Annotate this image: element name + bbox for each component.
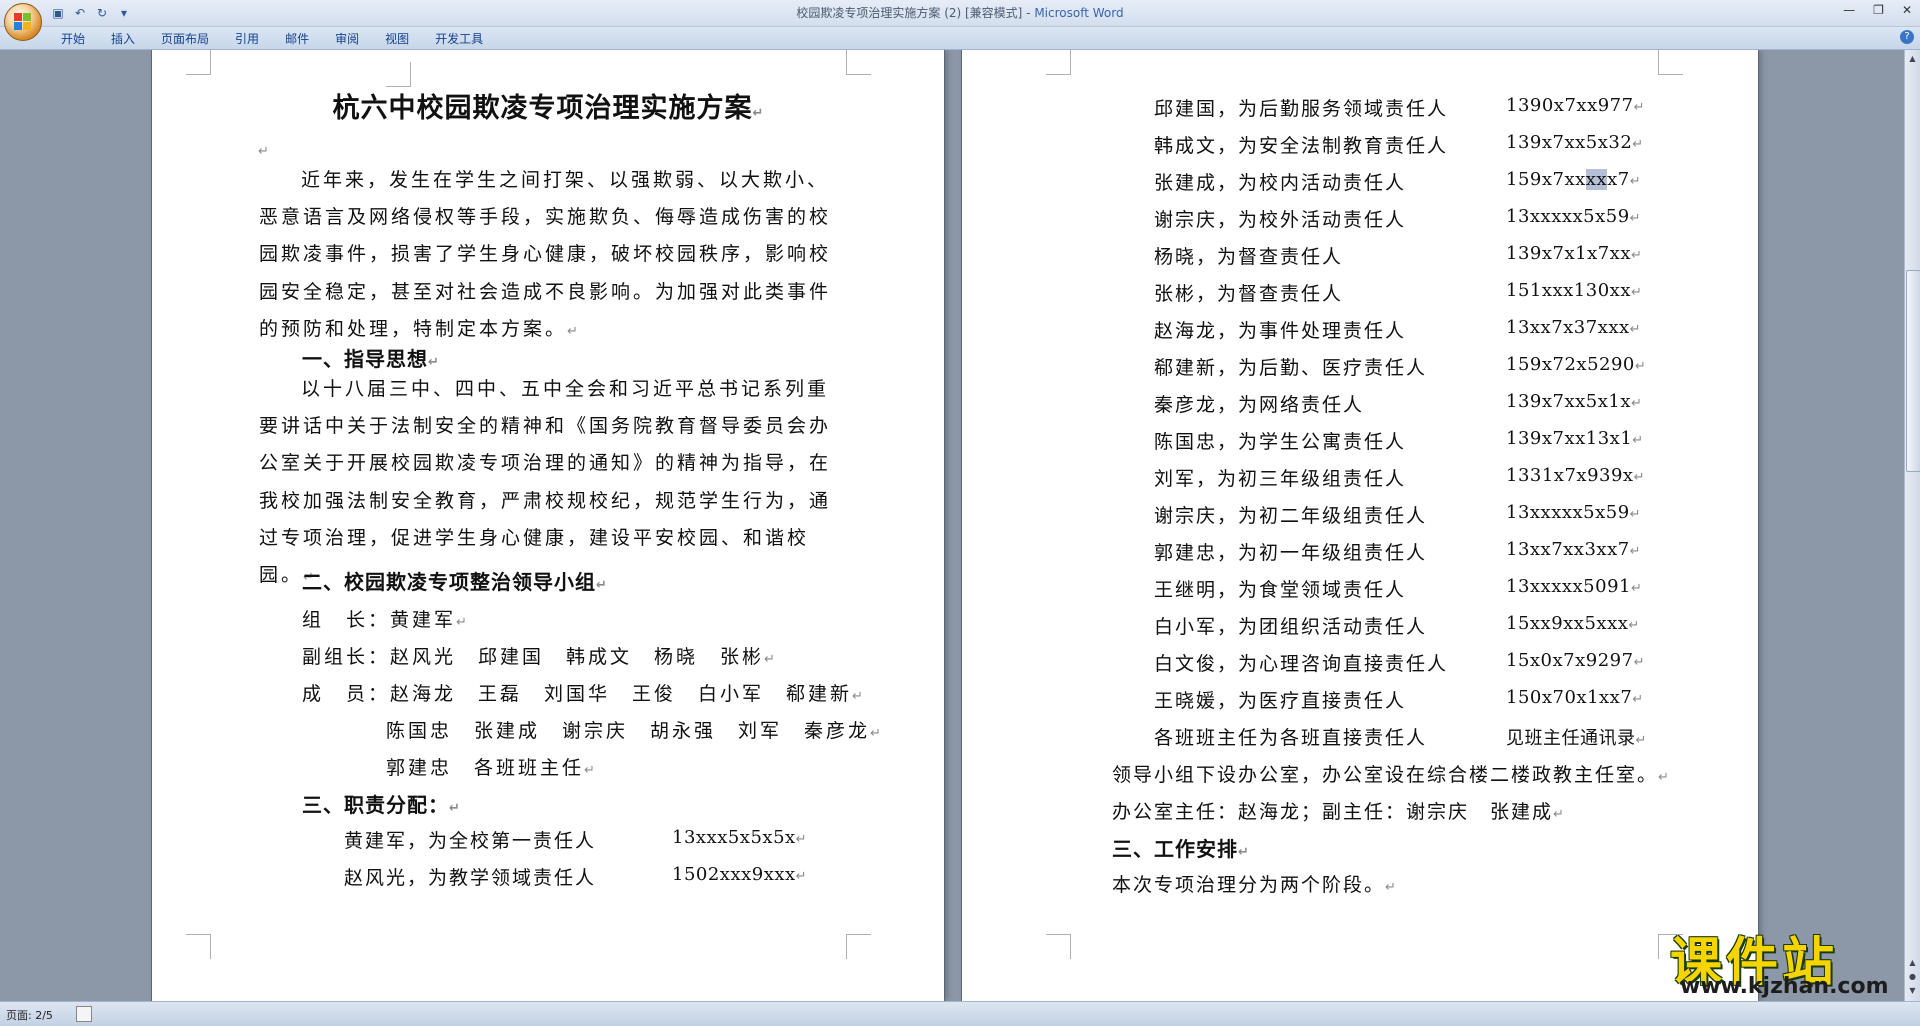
- duty-name: 黄建军，为全校第一责任人: [344, 830, 597, 852]
- title-bar: ▣ ↶ ↻ ▾ 校园欺凌专项治理实施方案 (2) [兼容模式] - Micros…: [0, 0, 1920, 41]
- scroll-thumb[interactable]: [1906, 270, 1920, 472]
- duty-name: 各班班主任为各班直接责任人: [1154, 727, 1428, 749]
- heading-guiding-ideology: 一、指导思想↵: [302, 347, 439, 371]
- duty-phone: 15x0x7x9297↵: [1506, 650, 1645, 671]
- duty-phone: 1502xxx9xxx↵: [672, 864, 807, 885]
- document-workspace: 杭六中校园欺凌专项治理实施方案↵ ↵ 近年来，发生在学生之间打架、以强欺弱、以大…: [0, 50, 1904, 1001]
- duty-phone: 1390x7xx977↵: [1506, 95, 1645, 116]
- proofing-icon[interactable]: [76, 1006, 92, 1022]
- empty-paragraph: ↵: [258, 144, 269, 159]
- close-button[interactable]: ✕: [1902, 3, 1912, 17]
- duty-phone: 150x70x1xx7↵: [1506, 687, 1644, 708]
- watermark-url: www.kjzhan.com: [1680, 974, 1889, 999]
- window-title: 校园欺凌专项治理实施方案 (2) [兼容模式] - Microsoft Word: [796, 6, 1124, 20]
- duty-phone: 139x7xx13x1↵: [1506, 428, 1644, 449]
- duty-name: 秦彦龙，为网络责任人: [1154, 394, 1365, 416]
- window-controls: — ❐ ✕: [1843, 3, 1912, 17]
- page-indicator[interactable]: 页面: 2/5: [6, 1007, 53, 1023]
- office-button[interactable]: [4, 3, 42, 41]
- text-selection[interactable]: xx: [1585, 169, 1608, 190]
- tab-page-layout[interactable]: 页面布局: [148, 30, 222, 48]
- help-icon[interactable]: ?: [1900, 30, 1914, 44]
- duty-name: 韩成文，为安全法制教育责任人: [1154, 135, 1449, 157]
- duty-name: 邱建国，为后勤服务领域责任人: [1154, 98, 1449, 120]
- duty-name: 郗建新，为后勤、医疗责任人: [1154, 357, 1428, 379]
- members-line-2: 陈国忠 张建成 谢宗庆 胡永强 刘军 秦彦龙↵: [386, 720, 881, 742]
- duty-name: 张彬，为督查责任人: [1154, 283, 1344, 305]
- document-title: 杭六中校园欺凌专项治理实施方案↵: [332, 93, 764, 124]
- duty-name: 谢宗庆，为校外活动责任人: [1154, 209, 1407, 231]
- office-director-line: 办公室主任：赵海龙；副主任：谢宗庆 张建成↵: [1112, 801, 1564, 823]
- crop-mark: [386, 62, 411, 87]
- group-leader-line: 组 长：黄建军↵: [302, 609, 467, 631]
- duty-name: 赵风光，为教学领域责任人: [344, 867, 597, 889]
- heading-duties: 三、职责分配：↵: [302, 793, 460, 817]
- crop-mark-top-left: [1046, 50, 1071, 75]
- ribbon: 开始 插入 页面布局 引用 邮件 审阅 视图 开发工具 ?: [0, 27, 1920, 50]
- app-name: Microsoft Word: [1034, 6, 1124, 20]
- crop-mark-top-right: [846, 50, 871, 75]
- crop-mark-top-right: [1658, 50, 1683, 75]
- duty-phone: 159x72x5290↵: [1506, 354, 1646, 375]
- tab-references[interactable]: 引用: [222, 30, 272, 48]
- page-left[interactable]: 杭六中校园欺凌专项治理实施方案↵ ↵ 近年来，发生在学生之间打架、以强欺弱、以大…: [152, 50, 944, 1001]
- duty-phone: 139x7x1x7xx↵: [1506, 243, 1642, 264]
- members-line-1: 成 员：赵海龙 王磊 刘国华 王俊 白小军 郗建新↵: [302, 683, 863, 705]
- crop-mark-bottom-left: [1046, 934, 1071, 959]
- duty-name: 张建成，为校内活动责任人: [1154, 172, 1407, 194]
- scroll-up-icon[interactable]: ▲: [1906, 52, 1919, 66]
- guide-paragraph: 以十八届三中、四中、五中全会和习近平总书记系列重要讲话中关于法制安全的精神和《国…: [259, 378, 832, 587]
- intro-paragraph: 近年来，发生在学生之间打架、以强欺弱、以大欺小、恶意语言及网络侵权等手段，实施欺…: [259, 169, 832, 340]
- duty-phone: 13xxx5x5x5x↵: [672, 827, 807, 848]
- duty-name: 陈国忠，为学生公寓责任人: [1154, 431, 1407, 453]
- status-bar: 页面: 2/5: [0, 1001, 1920, 1026]
- duty-phone: 见班主任通讯录↵: [1506, 728, 1647, 749]
- duty-phone: 13xx7x37xxx↵: [1506, 317, 1641, 338]
- tab-home[interactable]: 开始: [48, 30, 98, 48]
- duty-phone: 15xx9xx5xxx↵: [1506, 613, 1640, 634]
- duty-phone: 13xxxxx5091↵: [1506, 576, 1642, 597]
- duty-name: 杨晓，为督查责任人: [1154, 246, 1344, 268]
- crop-mark-bottom-left: [186, 934, 211, 959]
- vertical-scrollbar[interactable]: ▲ ▲ ● ▼: [1904, 50, 1920, 1001]
- duty-phone: 139x7xx5x1x↵: [1506, 391, 1642, 412]
- schedule-line: 本次专项治理分为两个阶段。↵: [1112, 874, 1396, 896]
- duty-name: 王晓媛，为医疗直接责任人: [1154, 690, 1407, 712]
- duty-phone: 159x7xxxxx7↵: [1506, 169, 1641, 190]
- tab-mailings[interactable]: 邮件: [272, 30, 322, 48]
- office-logo-icon: [14, 13, 32, 31]
- duty-name: 白文俊，为心理咨询直接责任人: [1154, 653, 1449, 675]
- heading-leading-group: 二、校园欺凌专项整治领导小组↵: [302, 570, 607, 594]
- heading-work-arrangement: 三、工作安排↵: [1112, 837, 1249, 861]
- ribbon-tabs: 开始 插入 页面布局 引用 邮件 审阅 视图 开发工具: [48, 30, 496, 48]
- duty-name: 赵海龙，为事件处理责任人: [1154, 320, 1407, 342]
- duty-name: 郭建忠，为初一年级组责任人: [1154, 542, 1428, 564]
- tab-review[interactable]: 审阅: [322, 30, 372, 48]
- crop-mark-bottom-right: [846, 934, 871, 959]
- duty-phone: 13xx7xx3xx7↵: [1506, 539, 1641, 560]
- crop-mark-top-left: [186, 50, 211, 75]
- duty-phone: 1331x7x939x↵: [1506, 465, 1645, 486]
- minimize-button[interactable]: —: [1843, 3, 1855, 17]
- office-line: 领导小组下设办公室，办公室设在综合楼二楼政教主任室。↵: [1112, 764, 1669, 786]
- duty-name: 谢宗庆，为初二年级组责任人: [1154, 505, 1428, 527]
- page-right[interactable]: 邱建国，为后勤服务领域责任人 1390x7xx977↵ 韩成文，为安全法制教育责…: [962, 50, 1758, 1001]
- members-line-3: 郭建忠 各班班主任↵: [386, 757, 595, 779]
- maximize-button[interactable]: ❐: [1873, 3, 1884, 17]
- duty-name: 王继明，为食堂领域责任人: [1154, 579, 1407, 601]
- tab-view[interactable]: 视图: [372, 30, 422, 48]
- duty-name: 白小军，为团组织活动责任人: [1154, 616, 1428, 638]
- duty-name: 刘军，为初三年级组责任人: [1154, 468, 1407, 490]
- duty-phone: 13xxxxx5x59↵: [1506, 502, 1641, 523]
- duty-phone: 151xxx130xx↵: [1506, 280, 1642, 301]
- deputy-leader-line: 副组长：赵风光 邱建国 韩成文 杨晓 张彬↵: [302, 646, 775, 668]
- watermark-logo: 课件站 www.kjzhan.com: [1670, 920, 1910, 1000]
- tab-developer[interactable]: 开发工具: [422, 30, 496, 48]
- duty-phone: 13xxxxx5x59↵: [1506, 206, 1641, 227]
- tab-insert[interactable]: 插入: [98, 30, 148, 48]
- duty-phone: 139x7xx5x32↵: [1506, 132, 1644, 153]
